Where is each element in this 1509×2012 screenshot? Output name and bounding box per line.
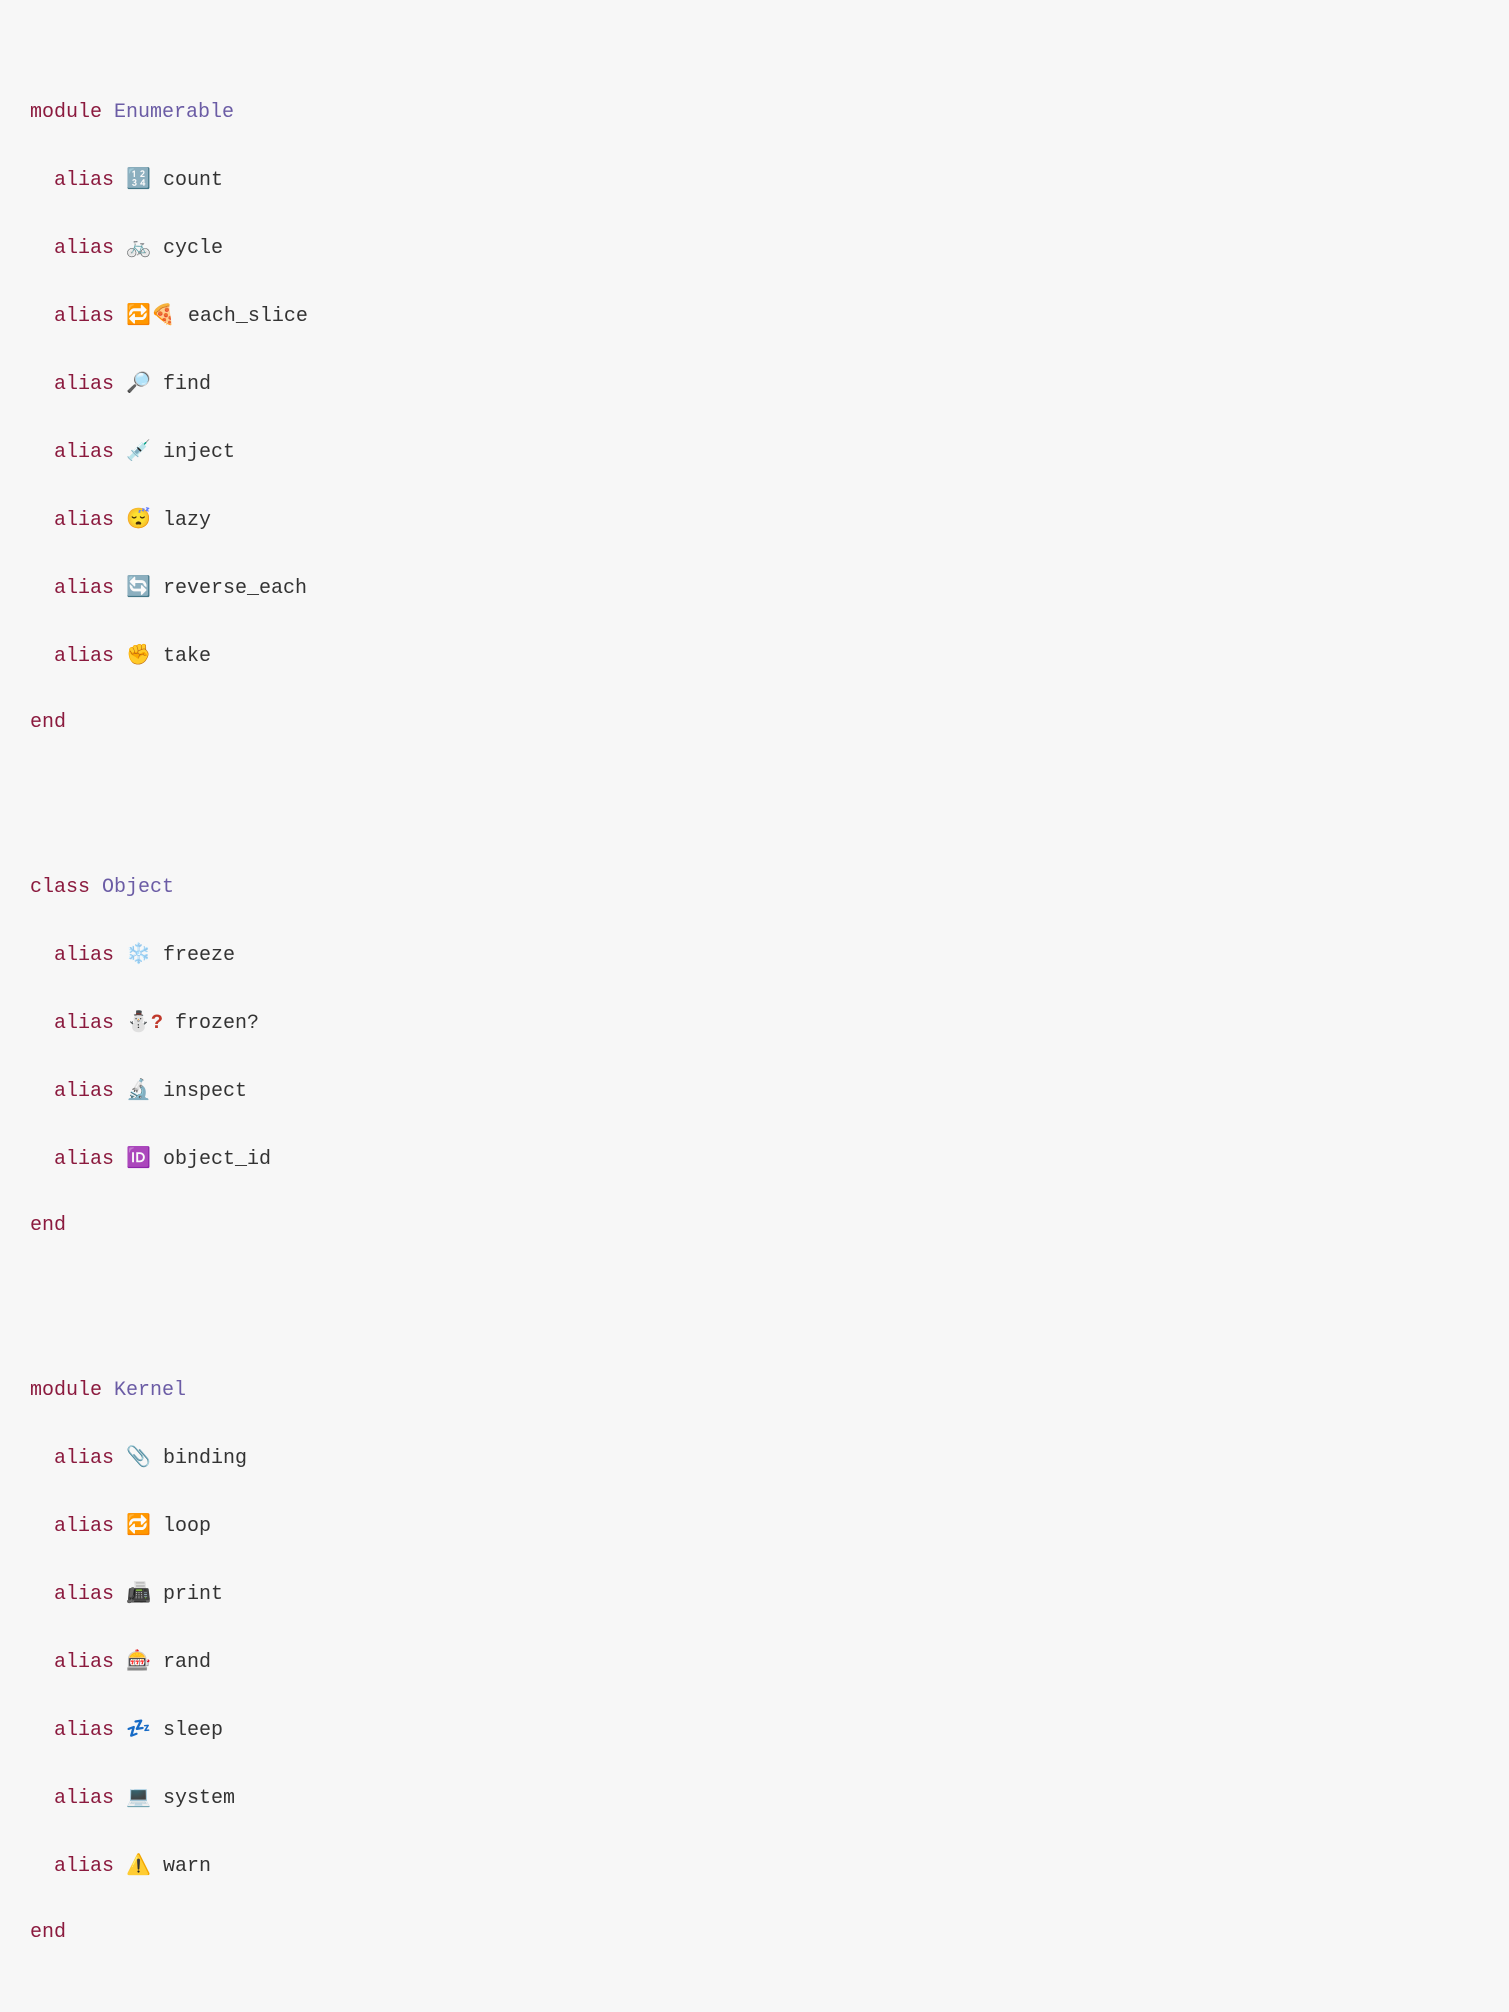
alias-line: alias 🔢 count [30,162,1479,197]
block-end: end [30,706,1479,739]
method-name: object_id [163,1148,271,1171]
block-header: module Kernel [30,1374,1479,1407]
blank-line [30,1275,1479,1308]
keyword-module: module [30,1379,102,1402]
keyword-alias: alias [54,441,114,464]
alias-line: alias 💤 sleep [30,1712,1479,1747]
method-name: inspect [163,1080,247,1103]
method-name: freeze [163,944,235,967]
keyword-module: module [30,101,102,124]
method-name: sleep [163,1719,223,1742]
keyword-end: end [30,711,66,734]
keyword-alias: alias [54,1447,114,1470]
keyword-alias: alias [54,373,114,396]
alias-line: alias 🚲 cycle [30,230,1479,265]
block-header: module Enumerable [30,96,1479,129]
block-end: end [30,1916,1479,1949]
keyword-alias: alias [54,1515,114,1538]
emoji-icon: 💤 [126,1716,151,1740]
method-name: binding [163,1447,247,1470]
emoji-icon: 🆔 [126,1145,151,1169]
alias-line: alias 📎 binding [30,1440,1479,1475]
block-header: class Object [30,871,1479,904]
alias-line: alias 💉 inject [30,434,1479,469]
emoji-icon: 🔎 [126,370,151,394]
emoji-icon: 🔢 [126,166,151,190]
alias-line: alias 🎰 rand [30,1644,1479,1679]
emoji-icon: 📎 [126,1444,151,1468]
method-name: warn [163,1855,211,1878]
alias-line: alias 📠 print [30,1576,1479,1611]
block-end: end [30,1209,1479,1242]
keyword-alias: alias [54,1012,114,1035]
emoji-icon: 💻 [126,1784,151,1808]
keyword-end: end [30,1921,66,1944]
keyword-alias: alias [54,1855,114,1878]
method-name: find [163,373,211,396]
alias-line: alias 😴 lazy [30,502,1479,537]
class-name: Kernel [114,1379,186,1402]
question-mark: ? [151,1012,163,1035]
alias-line: alias 🔬 inspect [30,1073,1479,1108]
emoji-icon: 😴 [126,506,151,530]
alias-line: alias 🆔 object_id [30,1141,1479,1176]
keyword-alias: alias [54,509,114,532]
method-name: count [163,169,223,192]
class-name: Enumerable [114,101,234,124]
emoji-icon: ❄️ [126,941,151,965]
alias-line: alias 🔁🍕 each_slice [30,298,1479,333]
emoji-icon: 💉 [126,438,151,462]
method-name: frozen? [175,1012,259,1035]
method-name: loop [163,1515,211,1538]
method-name: print [163,1583,223,1606]
method-name: cycle [163,237,223,260]
method-name: take [163,645,211,668]
alias-line: alias ⛄? frozen? [30,1005,1479,1040]
emoji-icon: 🔄 [126,574,151,598]
keyword-alias: alias [54,577,114,600]
method-name: rand [163,1651,211,1674]
keyword-alias: alias [54,1148,114,1171]
emoji-icon: 🚲 [126,234,151,258]
keyword-alias: alias [54,645,114,668]
emoji-icon: ⛄ [126,1009,151,1033]
keyword-alias: alias [54,1787,114,1810]
code-block: module Enumerable alias 🔢 count alias 🚲 … [30,30,1479,1982]
emoji-icon: 🔬 [126,1077,151,1101]
emoji-icon: ⚠️ [126,1852,151,1876]
alias-line: alias 🔎 find [30,366,1479,401]
keyword-class: class [30,876,90,899]
class-name: Object [102,876,174,899]
keyword-alias: alias [54,944,114,967]
method-name: inject [163,441,235,464]
keyword-alias: alias [54,1080,114,1103]
alias-line: alias ⚠️ warn [30,1848,1479,1883]
blank-line [30,772,1479,805]
emoji-icon: 📠 [126,1580,151,1604]
alias-line: alias ❄️ freeze [30,937,1479,972]
alias-line: alias ✊ take [30,638,1479,673]
emoji-icon: ✊ [126,642,151,666]
alias-line: alias 💻 system [30,1780,1479,1815]
alias-line: alias 🔁 loop [30,1508,1479,1543]
keyword-alias: alias [54,169,114,192]
method-name: system [163,1787,235,1810]
keyword-end: end [30,1214,66,1237]
emoji-icon: 🔁 [126,1512,151,1536]
emoji-icon: 🔁🍕 [126,302,176,326]
emoji-icon: 🎰 [126,1648,151,1672]
keyword-alias: alias [54,1651,114,1674]
keyword-alias: alias [54,305,114,328]
method-name: each_slice [188,305,308,328]
method-name: reverse_each [163,577,307,600]
keyword-alias: alias [54,1583,114,1606]
keyword-alias: alias [54,237,114,260]
method-name: lazy [163,509,211,532]
alias-line: alias 🔄 reverse_each [30,570,1479,605]
keyword-alias: alias [54,1719,114,1742]
